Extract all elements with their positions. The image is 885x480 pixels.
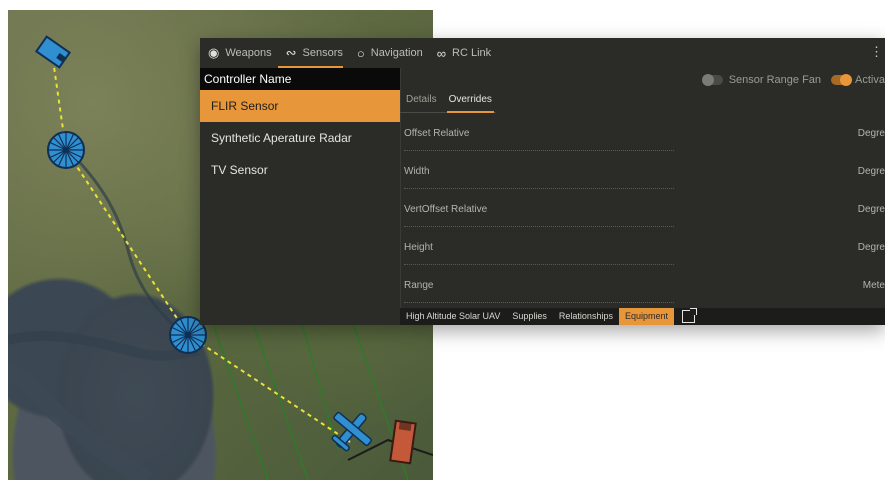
water-inlet — [8, 362, 153, 480]
field-label: Width — [404, 166, 430, 177]
field-unit: Degre — [857, 128, 885, 139]
link-icon: ∞ — [436, 45, 447, 61]
field-unit: Mete — [862, 280, 885, 291]
controller-details: Sensor Range Fan Activa Details Override… — [400, 68, 885, 308]
tab-label: Weapons — [225, 47, 272, 59]
road — [207, 309, 269, 480]
tab-relationships[interactable]: Relationships — [553, 308, 619, 325]
field-underline — [404, 150, 674, 151]
ground-unit-icon[interactable] — [34, 35, 72, 69]
tab-supplies[interactable]: Supplies — [506, 308, 553, 325]
tab-label: Navigation — [370, 47, 423, 59]
sensor-range-fan-toggle[interactable] — [701, 74, 723, 86]
display-toggles: Sensor Range Fan Activa — [695, 74, 885, 86]
unit-tabs: High Altitude Solar UAV Supplies Relatio… — [400, 308, 885, 325]
open-external-icon[interactable] — [681, 308, 697, 323]
sensors-icon: ∾ — [285, 45, 297, 60]
subtab-details[interactable]: Details — [400, 90, 443, 112]
tab-weapons[interactable]: ◉ Weapons — [200, 38, 278, 68]
tab-sensors[interactable]: ∾ Sensors — [277, 38, 349, 68]
field-underline — [404, 264, 674, 265]
field-underline — [404, 188, 674, 189]
road — [247, 309, 309, 480]
navigation-icon: ○ — [356, 45, 365, 61]
field-underline — [404, 226, 674, 227]
field-label: VertOffset Relative — [404, 204, 488, 215]
enemy-unit-icon[interactable] — [389, 419, 417, 465]
active-label: Activa — [855, 74, 885, 86]
aircraft-icon[interactable] — [322, 401, 381, 460]
field-unit: Degre — [857, 204, 885, 215]
controller-list: Controller Name FLIR Sensor Synthetic Ap… — [200, 68, 401, 308]
sensor-range-fan-label: Sensor Range Fan — [728, 74, 822, 86]
controller-item-tv[interactable]: TV Sensor — [200, 154, 400, 186]
waypoint-sensor-icon[interactable] — [47, 131, 85, 169]
category-tabs: ◉ Weapons ∾ Sensors ○ Navigation ∞ RC Li… — [200, 38, 885, 68]
field-offset-relative[interactable]: Offset Relative Degre — [400, 116, 885, 154]
field-label: Height — [404, 242, 433, 253]
field-unit: Degre — [857, 242, 885, 253]
equipment-panel: ◉ Weapons ∾ Sensors ○ Navigation ∞ RC Li… — [200, 38, 885, 325]
tab-navigation[interactable]: ○ Navigation — [349, 38, 429, 68]
field-label: Offset Relative — [404, 128, 470, 139]
field-label: Range — [404, 280, 434, 291]
tab-label: Sensors — [302, 47, 343, 59]
tab-unit-name[interactable]: High Altitude Solar UAV — [400, 308, 506, 325]
more-menu-icon[interactable]: ⋮ — [870, 44, 883, 60]
controller-item-radar[interactable]: Synthetic Aperature Radar — [200, 122, 400, 154]
field-vertoffset-relative[interactable]: VertOffset Relative Degre — [400, 192, 885, 230]
detail-subtabs: Details Overrides — [400, 90, 496, 113]
active-toggle[interactable] — [831, 74, 853, 86]
tab-equipment[interactable]: Equipment — [618, 308, 674, 325]
subtab-overrides[interactable]: Overrides — [443, 90, 498, 113]
tab-rc-link[interactable]: ∞ RC Link — [429, 38, 497, 68]
weapons-icon: ◉ — [208, 45, 220, 60]
field-width[interactable]: Width Degre — [400, 154, 885, 192]
controller-item-flir[interactable]: FLIR Sensor — [200, 90, 400, 122]
controller-list-header: Controller Name — [200, 68, 400, 90]
field-underline — [404, 302, 674, 303]
field-range[interactable]: Range Mete — [400, 268, 885, 306]
road — [297, 309, 339, 451]
field-height[interactable]: Height Degre — [400, 230, 885, 268]
tab-label: RC Link — [452, 47, 492, 59]
field-unit: Degre — [857, 166, 885, 177]
